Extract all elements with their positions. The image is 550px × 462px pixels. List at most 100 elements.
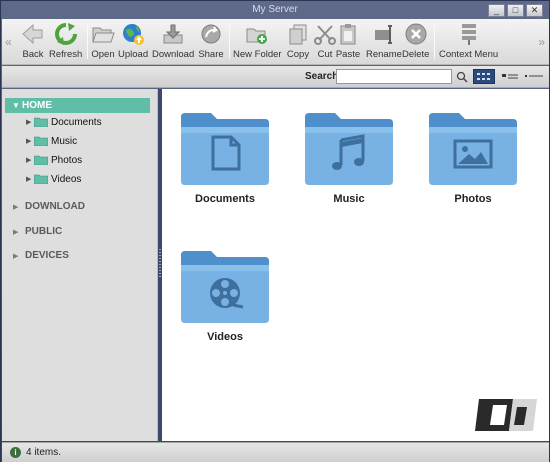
close-button[interactable]: ✕ (526, 4, 543, 17)
delete-label: Delete (402, 49, 430, 60)
grid-view-button[interactable] (473, 69, 495, 84)
sidebar-item-label: PUBLIC (25, 226, 63, 237)
folder-icon (34, 155, 48, 165)
new-folder-button[interactable]: New Folder (233, 22, 282, 60)
list-view-button[interactable] (499, 69, 521, 84)
back-button[interactable]: Back (20, 22, 46, 60)
new-folder-label: New Folder (233, 49, 282, 60)
minimize-button[interactable]: _ (488, 4, 505, 17)
splitter-grip-icon[interactable] (159, 249, 161, 277)
sidebar-item-photos[interactable]: ▶ Photos (26, 153, 82, 167)
sidebar-item-music[interactable]: ▶ Music (26, 134, 77, 148)
open-button[interactable]: Open (90, 22, 116, 60)
detail-view-button[interactable] (523, 69, 545, 84)
file-view: Documents Music Photos Videos (162, 89, 549, 441)
folder-label: Videos (207, 331, 243, 343)
sidebar-item-label: DOWNLOAD (25, 201, 85, 212)
sidebar-item-label: DEVICES (25, 250, 69, 261)
expanded-triangle-icon[interactable]: ▼ (12, 98, 20, 113)
copy-button[interactable]: Copy (285, 22, 311, 60)
download-button[interactable]: Download (152, 22, 194, 60)
folder-label: Documents (195, 193, 255, 205)
folder-icon (34, 136, 48, 146)
status-text: 4 items. (26, 447, 62, 458)
toolbar-scroll-right-icon[interactable]: » (538, 35, 545, 49)
sidebar-item-label: Videos (51, 173, 82, 185)
sidebar-item-home[interactable]: ▼ HOME (5, 98, 150, 113)
folder-label: Photos (454, 193, 492, 205)
toolbar: « Back Refresh Open Upload Download Shar… (2, 19, 549, 65)
open-folder-icon (90, 22, 116, 46)
context-menu-icon (456, 22, 482, 46)
search-input[interactable] (336, 69, 452, 84)
open-label: Open (91, 49, 115, 60)
rename-icon (371, 22, 397, 46)
delete-icon (403, 22, 429, 46)
context-menu-label: Context Menu (439, 49, 499, 60)
info-icon: i (10, 447, 21, 458)
share-label: Share (198, 49, 224, 60)
back-arrow-icon (20, 22, 46, 46)
search-label: Search (305, 71, 339, 82)
delete-button[interactable]: Delete (402, 22, 429, 60)
refresh-label: Refresh (49, 49, 83, 60)
folder-icon (34, 174, 48, 184)
window-title: My Server (252, 4, 298, 15)
sidebar-item-label: Photos (51, 154, 83, 166)
sidebar-item-public[interactable]: ▶ PUBLIC (13, 226, 62, 237)
upload-label: Upload (118, 49, 149, 60)
maximize-button[interactable]: □ (507, 4, 524, 17)
folder-label: Music (333, 193, 365, 205)
refresh-button[interactable]: Refresh (49, 22, 82, 60)
photo-icon (429, 113, 517, 185)
collapsed-triangle-icon[interactable]: ▶ (26, 137, 34, 145)
sidebar-item-label: Documents (51, 116, 102, 128)
share-icon (198, 22, 224, 46)
copy-label: Copy (286, 49, 310, 60)
sidebar-item-documents[interactable]: ▶ Documents (26, 115, 102, 129)
music-note-icon (305, 113, 393, 185)
document-icon (181, 113, 269, 185)
film-reel-icon (181, 251, 269, 323)
download-label: Download (152, 49, 195, 60)
back-label: Back (22, 49, 44, 60)
rename-label: Rename (366, 49, 402, 60)
cut-label: Cut (317, 49, 333, 60)
title-bar: My Server _ □ ✕ (1, 1, 549, 19)
folder-item-documents[interactable]: Documents (170, 109, 280, 205)
rename-button[interactable]: Rename (366, 22, 402, 60)
upload-button[interactable]: Upload (118, 22, 148, 60)
app-window: My Server _ □ ✕ « Back Refresh Open Uplo… (0, 0, 550, 462)
paste-button[interactable]: Paste (335, 22, 361, 60)
paste-icon (335, 22, 361, 46)
collapsed-triangle-icon[interactable]: ▶ (13, 203, 25, 211)
folder-icon (34, 117, 48, 127)
toolbar-scroll-left-icon[interactable]: « (5, 35, 12, 49)
search-icon[interactable] (456, 71, 468, 86)
collapsed-triangle-icon[interactable]: ▶ (26, 175, 34, 183)
new-folder-icon (244, 22, 270, 46)
paste-label: Paste (335, 49, 361, 60)
sidebar-item-label: Music (51, 135, 78, 147)
collapsed-triangle-icon[interactable]: ▶ (13, 252, 25, 260)
collapsed-triangle-icon[interactable]: ▶ (26, 156, 34, 164)
collapsed-triangle-icon[interactable]: ▶ (13, 228, 25, 236)
watermark-logo (475, 399, 537, 431)
context-menu-button[interactable]: Context Menu (439, 22, 498, 60)
sidebar-item-download[interactable]: ▶ DOWNLOAD (13, 201, 85, 212)
folder-item-music[interactable]: Music (294, 109, 404, 205)
upload-globe-icon (120, 22, 146, 46)
sidebar-item-devices[interactable]: ▶ DEVICES (13, 250, 69, 261)
sidebar-item-videos[interactable]: ▶ Videos (26, 172, 81, 186)
sidebar-item-label: HOME (22, 100, 52, 111)
copy-icon (285, 22, 311, 46)
share-button[interactable]: Share (198, 22, 224, 60)
collapsed-triangle-icon[interactable]: ▶ (26, 118, 34, 126)
status-bar: i 4 items. (2, 442, 549, 462)
sidebar: ▼ HOME ▶ Documents ▶ Music ▶ Photos ▶ Vi… (2, 89, 158, 441)
folder-item-videos[interactable]: Videos (170, 247, 280, 343)
search-bar: Search (2, 66, 549, 88)
folder-item-photos[interactable]: Photos (418, 109, 528, 205)
download-icon (160, 22, 186, 46)
refresh-icon (53, 22, 79, 46)
